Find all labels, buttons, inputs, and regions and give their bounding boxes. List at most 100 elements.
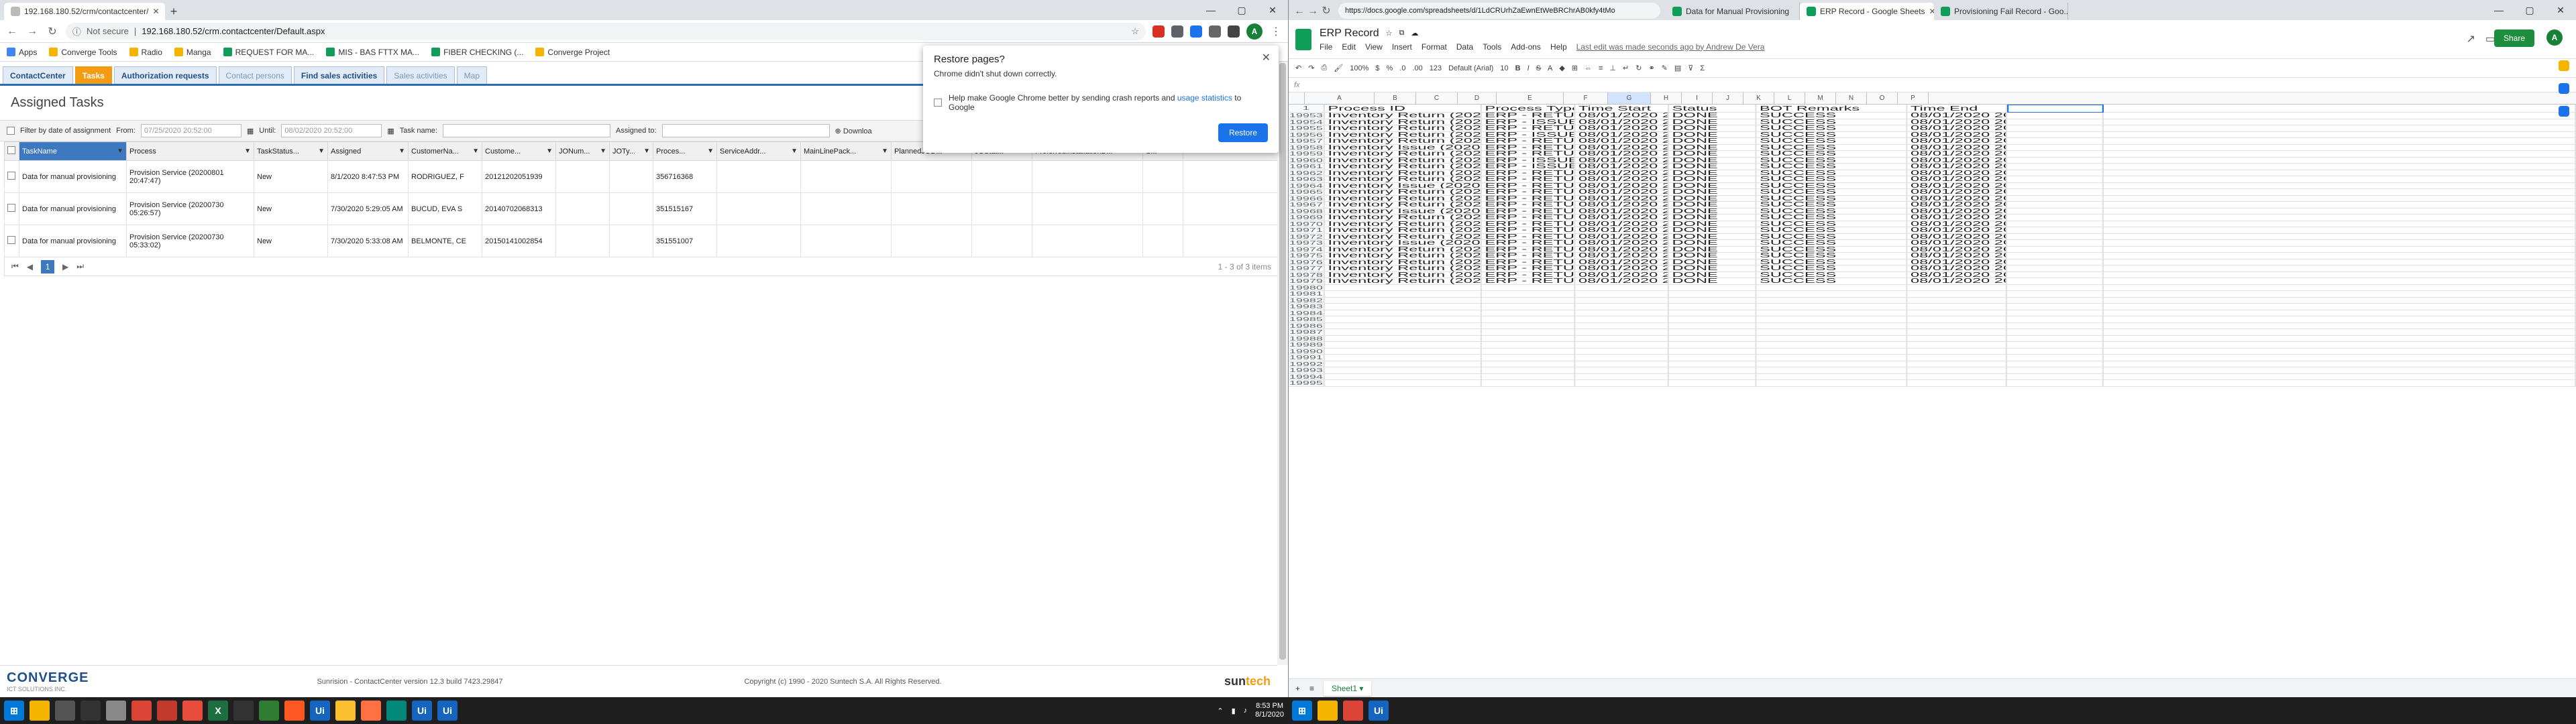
cell[interactable]: DONE	[1669, 182, 1757, 189]
row-number[interactable]: 19978	[1289, 272, 1325, 278]
cell[interactable]: DONE	[1669, 164, 1757, 170]
star-icon[interactable]: ☆	[1131, 26, 1139, 37]
filter-icon[interactable]: ▼	[881, 147, 888, 155]
cell[interactable]: DONE	[1669, 151, 1757, 158]
cell[interactable]	[1756, 348, 1908, 355]
row-number[interactable]: 19958	[1289, 144, 1325, 151]
cell[interactable]: DONE	[1669, 170, 1757, 176]
cell[interactable]: SUCCESS	[1756, 176, 1908, 183]
cell[interactable]: DONE	[1669, 278, 1757, 285]
start-icon[interactable]: ⊞	[4, 701, 24, 721]
cell[interactable]	[2007, 297, 2104, 304]
cell[interactable]	[1907, 373, 2007, 380]
info-icon[interactable]: ⓘ	[72, 25, 81, 38]
cell[interactable]: 08/01/2020 20:49:56	[1575, 253, 1669, 259]
first-page-icon[interactable]: ⏮	[11, 261, 19, 272]
cell[interactable]	[1482, 373, 1576, 380]
strikethrough-icon[interactable]: S	[1536, 64, 1541, 72]
cell[interactable]	[1575, 310, 1669, 316]
row-number[interactable]: 19995	[1289, 380, 1325, 387]
empty-row[interactable]: 19984	[1289, 310, 2576, 316]
calendar-icon[interactable]: ▦	[387, 127, 394, 135]
filter-icon[interactable]: ⊽	[1688, 64, 1693, 72]
row-number[interactable]: 19985	[1289, 316, 1325, 323]
volume-icon[interactable]: ♪	[1244, 707, 1248, 715]
cell[interactable]: SUCCESS	[1756, 125, 1908, 132]
cell[interactable]	[2104, 291, 2576, 298]
bookmark-item[interactable]: REQUEST FOR MA...	[223, 48, 314, 57]
cell[interactable]	[1907, 291, 2007, 298]
cell[interactable]: SUCCESS	[1756, 144, 1908, 151]
cell[interactable]	[1575, 297, 1669, 304]
browser-tab[interactable]: Data for Manual Provisioning	[1666, 3, 1800, 20]
cell[interactable]	[2007, 284, 2104, 291]
cell[interactable]: 08/01/2020 20:43:21	[1575, 176, 1669, 183]
cell[interactable]	[2007, 125, 2104, 132]
cell[interactable]	[1907, 348, 2007, 355]
last-edit-link[interactable]: Last edit was made seconds ago by Andrew…	[1576, 42, 1765, 52]
cell[interactable]: ERP - RETURN	[1482, 189, 1576, 196]
cell[interactable]	[1325, 367, 1482, 374]
cell[interactable]: ERP - RETURN	[1482, 182, 1576, 189]
cell[interactable]: 08/01/2020 20:40:31	[1907, 138, 2007, 145]
minimize-icon[interactable]: —	[1195, 0, 1226, 20]
cell[interactable]	[2104, 144, 2576, 151]
cell[interactable]: SUCCESS	[1756, 240, 1908, 247]
cell[interactable]: 08/01/2020 20:41:43	[1575, 157, 1669, 164]
cell[interactable]: SUCCESS	[1756, 259, 1908, 265]
cell[interactable]	[2007, 227, 2104, 234]
row-number[interactable]: 19976	[1289, 259, 1325, 265]
cell[interactable]	[2007, 215, 2104, 221]
column-letter[interactable]: I	[1682, 93, 1713, 104]
cell[interactable]: ERP - RETURN	[1482, 265, 1576, 272]
cell[interactable]	[1482, 297, 1576, 304]
row-number[interactable]: 19981	[1289, 291, 1325, 298]
cell[interactable]	[2104, 329, 2576, 336]
cell[interactable]	[1482, 380, 1576, 387]
cell[interactable]	[1482, 329, 1576, 336]
cell[interactable]: DONE	[1669, 125, 1757, 132]
table-row[interactable]: 19959Inventory Return (20200730 01:01:29…	[1289, 151, 2576, 158]
cell[interactable]: 08/01/2020 20:51:04	[1575, 265, 1669, 272]
empty-row[interactable]: 19982	[1289, 297, 2576, 304]
cell[interactable]	[1325, 310, 1482, 316]
fill-color-icon[interactable]: ◆	[1559, 64, 1564, 72]
tab-sales-activities[interactable]: Sales activities	[386, 66, 455, 84]
cell[interactable]	[1325, 380, 1482, 387]
cell[interactable]	[2007, 265, 2104, 272]
cell[interactable]	[2007, 367, 2104, 374]
table-row[interactable]: 19969Inventory Return (20200730 01:02:00…	[1289, 215, 2576, 221]
cell[interactable]: ERP - RETURN	[1482, 278, 1576, 285]
app-icon[interactable]	[335, 701, 356, 721]
currency-format[interactable]: $	[1375, 64, 1379, 72]
cell[interactable]: 08/01/2020 20:46:32	[1907, 208, 2007, 215]
filter-icon[interactable]: ▼	[546, 147, 553, 155]
cell[interactable]	[2104, 380, 2576, 387]
cell[interactable]	[2104, 316, 2576, 323]
cell[interactable]	[1669, 316, 1757, 323]
bookmark-item[interactable]: Converge Project	[535, 48, 610, 57]
cell[interactable]: 08/01/2020 20:41:05	[1907, 144, 2007, 151]
cell[interactable]: SUCCESS	[1756, 208, 1908, 215]
column-letter[interactable]: E	[1497, 93, 1564, 104]
cell[interactable]: ERP - RETURN	[1482, 195, 1576, 202]
from-date-input[interactable]: 07/25/2020 20:52:00	[140, 124, 241, 137]
cell[interactable]: 08/01/2020 20:47:11	[1575, 221, 1669, 227]
cell[interactable]	[1325, 373, 1482, 380]
cell[interactable]	[1669, 373, 1757, 380]
column-letter[interactable]: P	[1898, 93, 1929, 104]
cell[interactable]	[1575, 335, 1669, 342]
uipath-icon[interactable]: Ui	[412, 701, 432, 721]
cell[interactable]: 08/01/2020 20:52:09	[1575, 278, 1669, 285]
cell[interactable]	[1756, 367, 1908, 374]
column-letter[interactable]: N	[1836, 93, 1867, 104]
font-size-select[interactable]: 10	[1500, 64, 1508, 72]
cell[interactable]	[2104, 131, 2576, 138]
cell[interactable]	[2104, 119, 2576, 125]
start-icon[interactable]: ⊞	[1292, 701, 1312, 721]
cell[interactable]	[2104, 176, 2576, 183]
row-number[interactable]: 19980	[1289, 284, 1325, 291]
move-icon[interactable]: ⧉	[1399, 29, 1405, 38]
forward-icon[interactable]: →	[1306, 5, 1320, 17]
empty-row[interactable]: 19989	[1289, 342, 2576, 349]
